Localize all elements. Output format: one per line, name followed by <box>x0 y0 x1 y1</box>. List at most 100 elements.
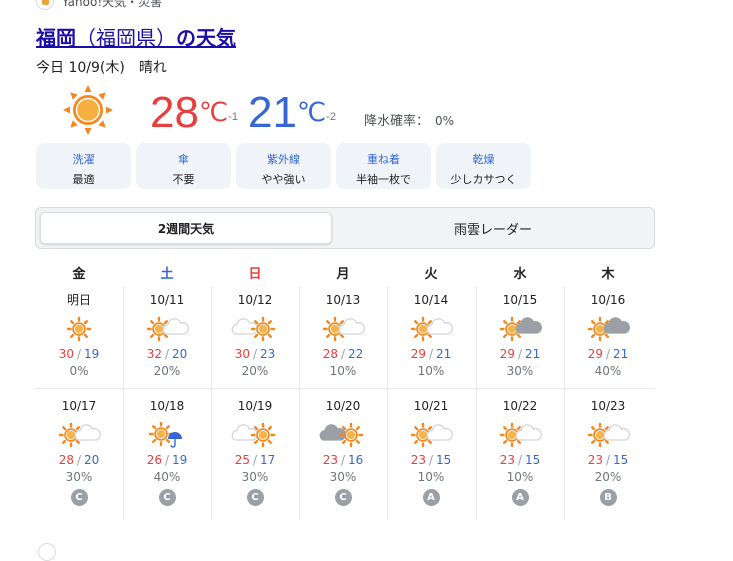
day-temps: 29/21 <box>410 347 452 361</box>
day-cell[interactable]: 10/12 30/23 20% <box>211 292 299 379</box>
yahoo-weather-favicon-icon <box>36 0 54 10</box>
source-row[interactable]: Yahoo!天気・災害 <box>36 0 163 10</box>
day-cell[interactable]: 10/11 32/20 20% <box>123 292 211 379</box>
darkcloud-sun-icon <box>299 422 387 448</box>
day-date: 10/23 <box>590 399 626 413</box>
day-cell[interactable]: 10/20 23/16 30% C <box>299 398 387 506</box>
day-pop: 10% <box>329 364 357 378</box>
title-city: 福岡 <box>36 26 76 50</box>
tab-rain-radar[interactable]: 雨雲レーダー <box>336 212 650 244</box>
day-cell[interactable]: 10/19 25/17 30% C <box>211 398 299 506</box>
day-low: 17 <box>260 453 276 467</box>
day-temps: 28/20 <box>58 453 100 467</box>
day-date: 10/12 <box>237 293 273 307</box>
sun-cloud-icon <box>35 422 123 448</box>
day-date: 10/19 <box>237 399 273 413</box>
index-key: 洗濯 <box>72 153 95 166</box>
day-date: 10/13 <box>325 293 361 307</box>
title-prefecture: 福岡県 <box>96 26 156 50</box>
today-line: 今日 10/9(木) 晴れ <box>36 57 167 77</box>
index-value: やや強い <box>261 173 306 186</box>
day-high: 23 <box>410 453 426 467</box>
high-diff: -1 <box>228 111 238 123</box>
day-high: 23 <box>322 453 338 467</box>
day-high: 30 <box>58 347 74 361</box>
day-pop: 40% <box>594 364 622 378</box>
day-high: 28 <box>58 453 74 467</box>
day-pop: 40% <box>153 470 181 484</box>
index-key: 紫外線 <box>267 153 300 166</box>
today-weather: 晴れ <box>138 60 167 76</box>
high-value: 28 <box>150 88 199 137</box>
day-cell[interactable]: 10/18 26/19 40% C <box>123 398 211 506</box>
index-value: 最適 <box>72 173 95 186</box>
reliability-badge: C <box>158 489 176 506</box>
day-high: 25 <box>234 453 250 467</box>
index-dryness[interactable]: 乾燥 少しカサつく <box>436 143 531 189</box>
day-temps: 30/19 <box>58 347 100 361</box>
day-high: 23 <box>587 453 603 467</box>
weekday-fri: 金 <box>72 267 86 282</box>
day-pop: 30% <box>241 470 269 484</box>
index-key: 傘 <box>178 153 189 166</box>
day-pop: 10% <box>417 470 445 484</box>
day-temps: 23/15 <box>410 453 452 467</box>
sun-cloud-icon <box>564 422 652 448</box>
day-high: 29 <box>410 347 426 361</box>
day-temps: 30/23 <box>234 347 276 361</box>
day-cell[interactable]: 10/23 23/15 20% B <box>564 398 652 506</box>
day-cell[interactable]: 10/14 29/21 10% <box>387 292 475 379</box>
day-cell[interactable]: 10/17 28/20 30% C <box>35 398 123 506</box>
page-title-link[interactable]: 福岡（福岡県）の天気 <box>36 22 236 51</box>
tab-two-week-forecast[interactable]: 2週間天気 <box>40 212 332 244</box>
day-cell[interactable]: 10/22 23/15 10% A <box>476 398 564 506</box>
day-low: 21 <box>525 347 541 361</box>
title-close-paren: ） <box>156 26 176 50</box>
rain-label: 降水確率： <box>364 114 430 129</box>
day-high: 32 <box>146 347 162 361</box>
day-low: 19 <box>172 453 188 467</box>
day-cell[interactable]: 10/21 23/15 10% A <box>387 398 475 506</box>
day-high: 30 <box>234 347 250 361</box>
day-cell[interactable]: 明日 30/19 0% <box>35 292 123 379</box>
day-date: 10/17 <box>61 399 97 413</box>
day-pop: 10% <box>417 364 445 378</box>
cloud-sun-icon <box>211 316 299 342</box>
weekday-mon: 月 <box>336 267 350 282</box>
day-pop: 20% <box>594 470 622 484</box>
day-temps: 23/16 <box>322 453 364 467</box>
source-label: Yahoo!天気・災害 <box>62 0 163 9</box>
day-pop: 30% <box>506 364 534 378</box>
big-sun-icon <box>63 85 113 135</box>
day-low: 23 <box>260 347 276 361</box>
sun-darkcloud-icon <box>476 316 564 342</box>
weekday-tue: 火 <box>424 267 438 282</box>
weekday-sat: 土 <box>160 267 174 282</box>
next-result-favicon-icon <box>38 543 56 561</box>
day-temps: 26/19 <box>146 453 188 467</box>
day-low: 19 <box>84 347 100 361</box>
sun-icon <box>35 316 123 342</box>
reliability-badge: A <box>422 489 440 506</box>
day-low: 21 <box>436 347 452 361</box>
reliability-badge: B <box>599 489 617 506</box>
index-key: 乾燥 <box>472 153 495 166</box>
low-unit: ℃ <box>296 97 327 127</box>
row-divider <box>35 388 655 389</box>
index-uv[interactable]: 紫外線 やや強い <box>236 143 331 189</box>
reliability-badge: C <box>246 489 264 506</box>
day-temps: 32/20 <box>146 347 188 361</box>
day-cell[interactable]: 10/13 28/22 10% <box>299 292 387 379</box>
reliability-badge: C <box>334 489 352 506</box>
day-date: 10/11 <box>149 293 185 307</box>
day-high: 26 <box>146 453 162 467</box>
index-layering[interactable]: 重ね着 半袖一枚で <box>336 143 431 189</box>
day-date: 10/16 <box>590 293 626 307</box>
day-cell[interactable]: 10/16 29/21 40% <box>564 292 652 379</box>
index-laundry[interactable]: 洗濯 最適 <box>36 143 131 189</box>
today-low-temp: 21℃ -2 <box>248 89 336 142</box>
day-temps: 28/22 <box>322 347 364 361</box>
index-umbrella[interactable]: 傘 不要 <box>136 143 231 189</box>
day-cell[interactable]: 10/15 29/21 30% <box>476 292 564 379</box>
day-low: 21 <box>613 347 629 361</box>
